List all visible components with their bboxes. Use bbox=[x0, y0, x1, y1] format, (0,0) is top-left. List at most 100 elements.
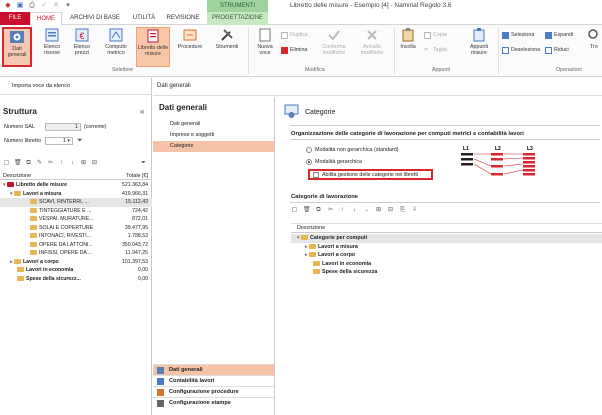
nav-item-imprese[interactable]: Imprese e soggetti bbox=[153, 130, 274, 141]
tab-utilita[interactable]: UTILITÀ bbox=[128, 12, 160, 25]
arrow-down-icon[interactable]: ↓ bbox=[69, 160, 76, 167]
import-icon[interactable]: ⇩ bbox=[411, 207, 418, 214]
elenco-prezzi-button[interactable]: € Elenco prezzi bbox=[68, 27, 96, 56]
nav-bottom-stampe[interactable]: Configurazione stampe bbox=[153, 397, 274, 408]
copy-icon[interactable]: ⧉ bbox=[315, 207, 322, 214]
tree-row[interactable]: TINTEGGIATURE E ... 724,42 bbox=[0, 207, 152, 216]
duplica-button[interactable]: Duplica bbox=[281, 32, 308, 39]
expand-tree-icon[interactable]: ⊞ bbox=[80, 160, 87, 167]
cat-label: Categorie per computi bbox=[310, 235, 368, 241]
tree-row[interactable]: ▾ Libretto delle misure 521.363,84 bbox=[0, 181, 152, 190]
confirm-icon[interactable]: ✓ bbox=[40, 2, 48, 10]
import-bar[interactable]: Importa voce da elenco bbox=[0, 78, 152, 95]
collapse-tree-icon[interactable]: ⊟ bbox=[91, 160, 98, 167]
numero-sal-note: (corrente) bbox=[84, 124, 107, 130]
computo-icon bbox=[109, 28, 123, 42]
save-icon[interactable]: ▣ bbox=[16, 2, 24, 10]
tree-value: 0,00 bbox=[137, 275, 148, 282]
nuova-voce-button[interactable]: Nuova voce bbox=[252, 27, 278, 56]
tab-home[interactable]: HOME bbox=[30, 12, 62, 25]
riduci-button[interactable]: Riduci bbox=[545, 47, 569, 54]
tree-row[interactable]: OPERE DA LATTONI... 350.043,72 bbox=[0, 241, 152, 250]
tree-row[interactable]: Lavori in economia 0,00 bbox=[0, 266, 152, 275]
libretto-misure-button[interactable]: Libretto delle misure bbox=[136, 27, 170, 67]
print-icon[interactable]: ⎙ bbox=[28, 2, 36, 10]
annulla-modifiche-button[interactable]: Annulla modifiche bbox=[354, 27, 390, 56]
abilita-categorie-checkbox[interactable]: Abilita gestione delle categorie nei lib… bbox=[308, 169, 433, 180]
elimina-button[interactable]: Elimina bbox=[281, 47, 307, 54]
delete-icon[interactable]: 🗑 bbox=[303, 207, 311, 214]
edit-icon[interactable]: ✎ bbox=[36, 160, 43, 167]
tree-row[interactable]: INFISSI, OPERE DA ... 11.947,25 bbox=[0, 249, 152, 258]
tree-label: INTONACI, RIVESTI... bbox=[39, 233, 92, 239]
copy-icon[interactable]: ⧉ bbox=[25, 160, 32, 167]
arrow-up-icon[interactable]: ↑ bbox=[58, 160, 65, 167]
appunti-misure-button[interactable]: Appunti misure bbox=[462, 27, 496, 56]
delete-icon bbox=[281, 47, 288, 54]
conferma-modifiche-button[interactable]: Conferma modifiche bbox=[316, 27, 352, 56]
espandi-button[interactable]: Espandi bbox=[545, 32, 573, 39]
tab-revisione[interactable]: REVISIONE bbox=[162, 12, 204, 25]
tree-row[interactable]: VESPAI, MURATURE... 872,01 bbox=[0, 215, 152, 224]
strumenti-button[interactable]: Strumenti bbox=[210, 27, 244, 50]
tree-row[interactable]: Spese della sicurezz... 0,00 bbox=[0, 275, 152, 284]
collapse-tree-icon[interactable]: ⊟ bbox=[387, 207, 394, 214]
tree-row-selected[interactable]: SCAVI, RINTERRI, ... 15.112,43 bbox=[0, 198, 152, 207]
nav-item-categorie[interactable]: Categorie bbox=[153, 141, 274, 152]
content-panel: Categorie Organizzazione delle categorie… bbox=[276, 97, 602, 415]
tab-archivi[interactable]: ARCHIVI DI BASE bbox=[65, 12, 125, 25]
nav-item-dati-generali[interactable]: Dati generali bbox=[153, 119, 274, 130]
arrow-down-icon[interactable]: ↓ bbox=[351, 207, 358, 214]
tro-button[interactable]: Tro bbox=[586, 27, 602, 50]
collapse-panel-button[interactable]: « bbox=[140, 107, 144, 116]
cat-row[interactable]: Lavori in economia bbox=[291, 260, 602, 269]
nav-bottom-contabilita[interactable]: Contabilità lavori bbox=[153, 375, 274, 386]
level-label: L3 bbox=[527, 146, 533, 152]
cat-row[interactable]: ▸ Lavori a corpo bbox=[291, 251, 602, 260]
arrow-up-icon[interactable]: ↑ bbox=[339, 207, 346, 214]
seleziona-button[interactable]: Seleziona bbox=[502, 32, 534, 39]
filter-icon[interactable]: ⏷ bbox=[77, 137, 83, 145]
tree-row[interactable]: SOLAI E COPERTURE 39.477,95 bbox=[0, 224, 152, 233]
incolla-button[interactable]: Incolla bbox=[396, 27, 420, 50]
numero-sal-field[interactable]: 1 bbox=[45, 123, 81, 131]
cut-icon[interactable]: ✂ bbox=[327, 207, 334, 214]
tree-row[interactable]: ▸ Lavori a corpo 101.397,53 bbox=[0, 258, 152, 267]
tab-file[interactable]: FILE bbox=[0, 12, 30, 25]
computo-metrico-button[interactable]: Computo metrico bbox=[98, 27, 134, 56]
procedure-button[interactable]: Procedure bbox=[174, 27, 206, 50]
new-icon[interactable]: ▢ bbox=[3, 160, 10, 167]
page-title: Categorie bbox=[305, 109, 336, 116]
filter-icon[interactable]: ⏷ bbox=[140, 160, 147, 167]
tab-progettazione[interactable]: PROGETTAZIONE bbox=[207, 12, 268, 25]
cat-row[interactable]: ▸ Lavori a misura bbox=[291, 243, 602, 252]
taglia-button[interactable]: ✂ Taglia bbox=[424, 47, 447, 54]
new-icon[interactable]: ▢ bbox=[291, 207, 298, 214]
procedure-config-icon bbox=[157, 389, 164, 396]
qat-dropdown-icon[interactable]: ▾ bbox=[64, 2, 72, 10]
group-selettore: Selettore bbox=[112, 67, 134, 73]
cancel-icon[interactable]: ✕ bbox=[52, 2, 60, 10]
tree-value: 521.363,84 bbox=[122, 182, 148, 188]
dati-generali-button[interactable]: Dati generali bbox=[2, 27, 32, 67]
cat-row[interactable]: ▾ Categorie per computi bbox=[291, 234, 602, 243]
expand-tree-icon[interactable]: ⊞ bbox=[375, 207, 382, 214]
nav-bottom-dati-generali[interactable]: Dati generali bbox=[153, 364, 274, 375]
tree-row[interactable]: ▾ Lavori a misura 419.966,31 bbox=[0, 190, 152, 199]
numero-libretto-value: 1 bbox=[63, 138, 66, 144]
arrow-right-icon[interactable]: → bbox=[363, 207, 370, 214]
nav-bottom-procedure[interactable]: Configurazione procedure bbox=[153, 386, 274, 397]
delete-icon[interactable]: 🗑 bbox=[14, 160, 22, 167]
radio-gerarchica[interactable]: Modalità gerarchica bbox=[306, 159, 362, 165]
deseleziona-button[interactable]: Deseleziona bbox=[502, 47, 540, 54]
cat-row[interactable]: Spese della sicurezza bbox=[291, 268, 602, 277]
nav-title: Dati generali bbox=[159, 103, 208, 112]
radio-non-gerarchica[interactable]: Modalità non gerarchica (standard) bbox=[306, 147, 399, 153]
copia-button[interactable]: Copia bbox=[424, 32, 447, 39]
numero-libretto-select[interactable]: 1 ▾ bbox=[45, 137, 73, 145]
elenco-risorse-button[interactable]: Elenco risorse bbox=[36, 27, 68, 56]
app-logo-icon: ◆ bbox=[5, 2, 11, 9]
paste-icon[interactable]: ⎘ bbox=[399, 207, 406, 214]
cut-icon[interactable]: ✂ bbox=[47, 160, 54, 167]
tree-row[interactable]: INTONACI, RIVESTI... 1.788,53 bbox=[0, 232, 152, 241]
